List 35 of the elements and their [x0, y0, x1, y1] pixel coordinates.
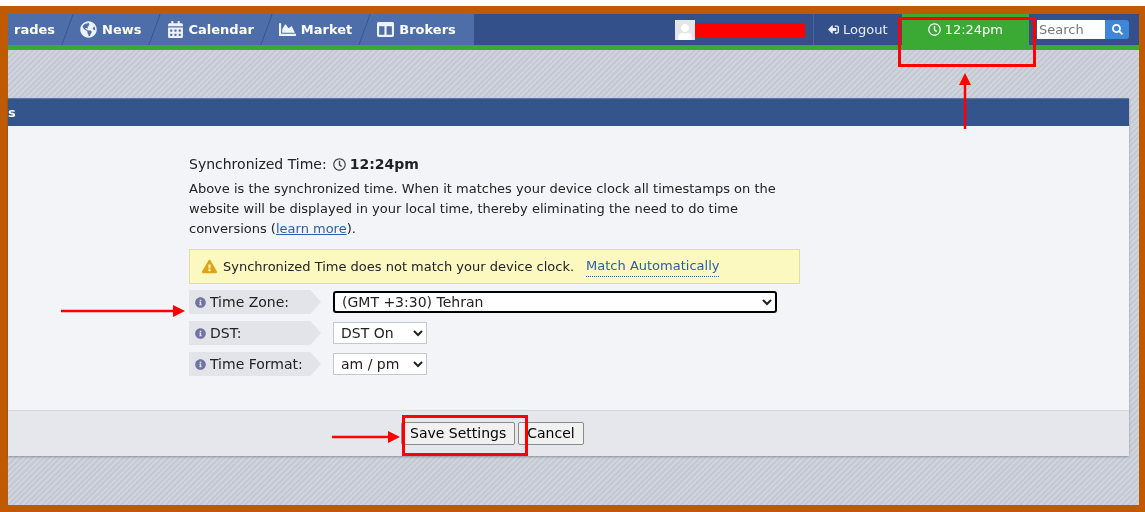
field-label: Time Zone:	[189, 290, 321, 314]
sync-time-label: Synchronized Time:	[189, 154, 327, 174]
warning-icon	[202, 259, 217, 274]
nav-tab[interactable]: Brokers	[371, 14, 462, 45]
dropdown-select[interactable]: am / pm	[333, 353, 427, 375]
form-button[interactable]: Save Settings	[401, 422, 516, 445]
learn-more-link[interactable]: learn more	[275, 221, 347, 236]
field-label: Time Format:	[189, 352, 321, 376]
nav-tab[interactable]: rades	[8, 14, 62, 45]
match-automatically-link[interactable]: Match Automatically	[586, 256, 720, 277]
calendar-icon	[166, 21, 184, 38]
annotation-arrow	[959, 73, 971, 129]
annotation-arrow	[332, 431, 400, 443]
nav-tab[interactable]: Market	[272, 14, 359, 45]
field-label: DST:	[189, 321, 321, 345]
info-icon	[195, 296, 206, 308]
dropdown-select[interactable]: (GMT +3:30) Tehran	[333, 291, 777, 313]
search-button[interactable]	[1105, 20, 1129, 39]
logout-icon	[828, 24, 840, 35]
description-text: Above is the synchronized time. When it matches your device clock all timestamps on the website will be displayed in your local time, thereby eliminating the need to do time conversions (learn more).	[189, 180, 777, 238]
nav-tab[interactable]: Calendar	[160, 14, 260, 45]
search-field[interactable]: Search	[1037, 20, 1105, 39]
panel-title: s	[8, 103, 16, 122]
chart-icon	[278, 21, 296, 38]
info-icon	[195, 327, 206, 339]
nav-tab[interactable]: News	[74, 14, 148, 45]
warning-text: Synchronized Time does not match your device clock.	[223, 257, 575, 276]
clock-icon	[332, 157, 346, 171]
dropdown-select[interactable]: DST On	[333, 322, 427, 344]
info-icon	[195, 358, 206, 370]
globe-icon	[80, 21, 98, 38]
search-icon	[1111, 24, 1123, 35]
sync-time-value: 12:24pm	[349, 154, 419, 174]
clock-icon	[927, 23, 941, 36]
form-button[interactable]: Cancel	[518, 422, 584, 445]
